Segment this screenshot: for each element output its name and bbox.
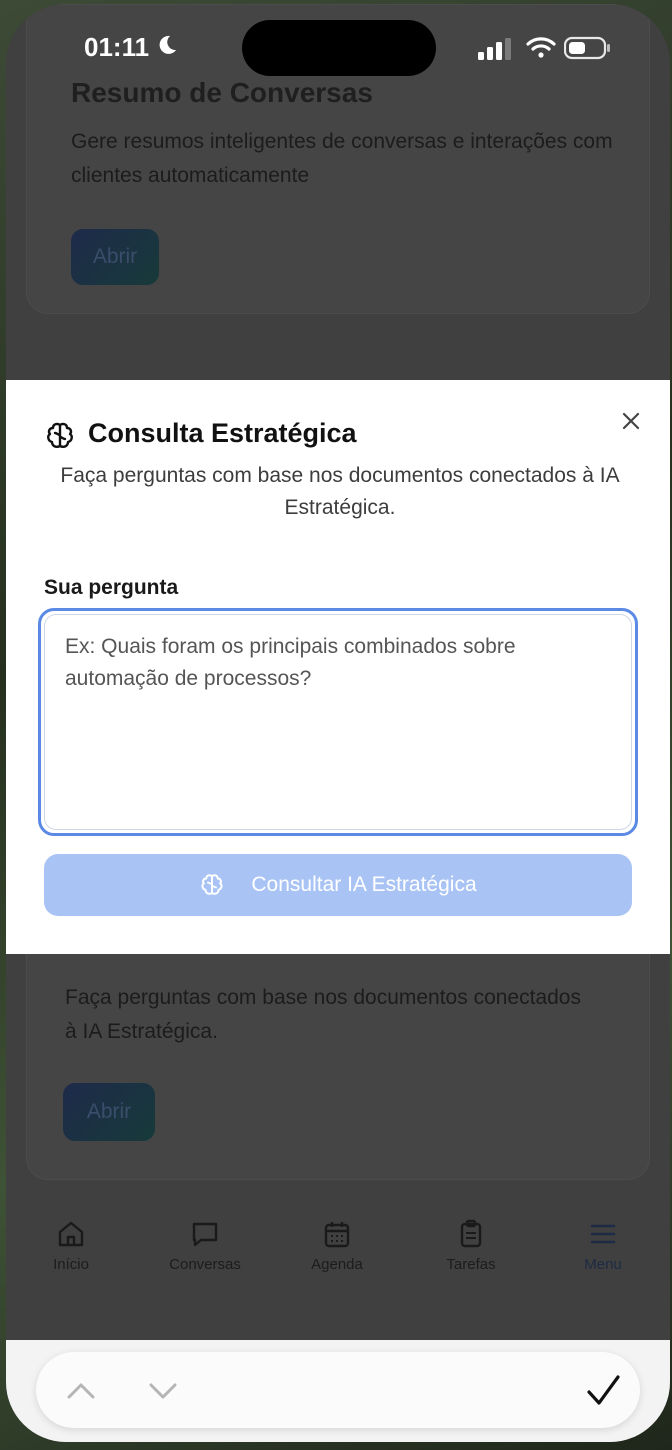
tab-label: Tarefas [446, 1256, 496, 1273]
chevron-down-icon[interactable] [144, 1372, 182, 1410]
strategic-consult-modal: Consulta Estratégica Faça perguntas com … [6, 380, 670, 954]
status-time: 01:11 [84, 32, 150, 62]
question-label: Sua pergunta [44, 576, 179, 599]
keyboard-accessory-bar [6, 1340, 670, 1442]
accessory-pill [36, 1352, 640, 1428]
tab-agenda[interactable]: Agenda [282, 1218, 392, 1273]
dynamic-island [242, 20, 436, 76]
tab-menu[interactable]: Menu [548, 1218, 658, 1273]
checkmark-icon[interactable] [584, 1372, 622, 1410]
home-icon [58, 1221, 84, 1247]
close-icon[interactable] [618, 408, 644, 434]
open-strategic-button[interactable]: Abrir [63, 1083, 155, 1141]
chat-icon [192, 1222, 218, 1247]
question-field-focus-ring [38, 608, 638, 836]
wifi-icon [526, 37, 556, 58]
consult-ai-button-label: Consultar IA Estratégica [251, 873, 477, 896]
status-bar: 01:11 [6, 4, 670, 84]
signal-icon [478, 38, 511, 60]
chevron-up-icon[interactable] [62, 1372, 100, 1410]
tab-inicio[interactable]: Início [16, 1218, 126, 1273]
clipboard-icon [460, 1219, 482, 1248]
tab-tarefas[interactable]: Tarefas [416, 1218, 526, 1273]
open-summary-button[interactable]: Abrir [71, 229, 159, 285]
moon-icon [159, 35, 176, 54]
card-description: Gere resumos inteligentes de conversas e… [71, 130, 613, 187]
modal-subtitle: Faça perguntas com base nos documentos c… [60, 464, 620, 519]
tab-label: Agenda [311, 1256, 363, 1273]
tab-label: Menu [584, 1256, 622, 1273]
calendar-icon [324, 1222, 350, 1248]
bottom-tab-bar: Início Conversas Agenda Tarefas Menu [6, 1190, 670, 1340]
consult-ai-button[interactable]: Consultar IA Estratégica [44, 854, 632, 916]
battery-icon [564, 36, 610, 60]
brain-icon [47, 422, 73, 448]
phone-screen: Resumo de Conversas Gere resumos intelig… [6, 4, 670, 1442]
menu-icon [590, 1224, 616, 1244]
modal-title: Consulta Estratégica [88, 418, 357, 448]
brain-icon [201, 874, 223, 895]
tab-label: Conversas [169, 1256, 241, 1273]
question-textarea[interactable] [44, 614, 632, 830]
tab-conversas[interactable]: Conversas [150, 1218, 260, 1273]
tab-label: Início [53, 1256, 89, 1273]
card-description: Faça perguntas com base nos documentos c… [65, 986, 581, 1043]
